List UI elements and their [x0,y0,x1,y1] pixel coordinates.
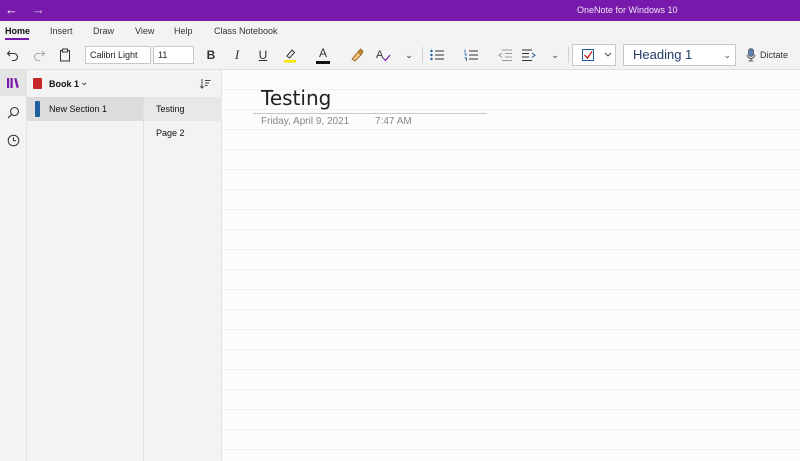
search-icon [7,106,19,118]
indent-icon [522,49,536,61]
underline-button[interactable]: U [252,45,274,65]
spelling-button[interactable]: A [372,45,394,65]
tag-dropdown[interactable] [572,44,616,66]
format-painter-button[interactable] [346,45,368,65]
font-size-input[interactable]: 11 [153,46,194,64]
notebooks-button[interactable] [0,70,26,96]
style-dropdown[interactable]: Heading 1 ⌄ [623,44,736,66]
section-label: New Section 1 [49,104,108,114]
tab-help[interactable]: Help [174,26,193,36]
highlighter-icon [284,49,296,63]
toolbar-divider [568,47,569,63]
section-page-divider [143,97,144,461]
font-name-input[interactable]: Calibri Light [85,46,151,64]
numbered-list-button[interactable] [460,45,482,65]
format-painter-icon [351,48,364,62]
decrease-indent-button[interactable] [494,45,516,65]
more-format-chevron-icon[interactable]: ⌄ [398,45,420,65]
spelling-icon: A [376,49,391,62]
tab-home[interactable]: Home [5,26,30,36]
page-item-page-2[interactable]: Page 2 [144,121,222,145]
tab-class-notebook[interactable]: Class Notebook [214,26,278,36]
title-underline [253,113,487,114]
tab-view[interactable]: View [135,26,154,36]
bullet-list-button[interactable] [426,45,448,65]
sort-icon [199,79,211,89]
back-arrow-icon[interactable]: ← [5,2,18,18]
microphone-icon [746,48,756,62]
sort-pages-button[interactable] [199,78,211,92]
increase-indent-button[interactable] [518,45,540,65]
undo-icon [6,50,19,62]
chevron-down-icon: ⌄ [80,77,89,88]
notebooks-icon [7,78,19,88]
redo-icon [33,50,46,62]
section-item-new-section-1[interactable]: New Section 1 [27,97,143,121]
title-bar: ← → OneNote for Windows 10 [0,0,800,21]
page-title[interactable]: Testing [261,86,331,110]
dictate-button[interactable]: Dictate [746,47,788,63]
recent-button[interactable] [0,127,26,153]
bullet-list-icon [430,49,444,61]
clock-icon [7,134,19,146]
search-button[interactable] [0,99,26,125]
italic-button[interactable]: I [226,45,248,65]
more-paragraph-chevron-icon[interactable]: ⌄ [544,45,566,65]
bold-button[interactable]: B [200,45,222,65]
page-canvas[interactable]: Testing Friday, April 9, 2021 7:47 AM [222,70,800,461]
highlight-button[interactable] [279,45,301,65]
style-value: Heading 1 [633,47,693,62]
dictate-label: Dictate [760,50,789,60]
tab-insert[interactable]: Insert [50,26,73,36]
notebook-icon [33,78,42,89]
notebook-pane: Book 1 ⌄ New Section 1 Testing Page 2 [27,70,222,461]
notebook-selector[interactable]: Book 1 ⌄ [27,70,222,97]
page-label: Page 2 [156,128,185,138]
font-color-button[interactable]: A [312,45,334,65]
tab-draw[interactable]: Draw [93,26,114,36]
navigation-rail [0,70,27,461]
page-time: 7:47 AM [375,116,412,127]
page-label: Testing [156,104,185,114]
active-tab-indicator [5,38,29,40]
paste-button[interactable] [54,45,76,65]
svg-text:A: A [376,49,384,61]
redo-button[interactable] [28,45,50,65]
font-color-letter: A [318,46,327,60]
app-title: OneNote for Windows 10 [577,5,678,15]
section-color-tab [35,101,40,117]
notebook-name: Book 1 [49,79,80,89]
outdent-icon [498,49,512,61]
numbered-list-icon [464,49,478,61]
forward-arrow-icon[interactable]: → [32,2,45,18]
style-chevron-down-icon: ⌄ [723,50,731,60]
page-date: Friday, April 9, 2021 [261,116,350,127]
font-color-swatch [316,61,330,64]
ribbon-tabs: Home Insert Draw View Help Class Noteboo… [0,21,800,41]
clipboard-icon [60,48,70,62]
todo-checkbox-icon [582,49,612,61]
page-item-testing[interactable]: Testing [144,97,222,121]
toolbar-divider [422,47,423,63]
undo-button[interactable] [2,45,24,65]
